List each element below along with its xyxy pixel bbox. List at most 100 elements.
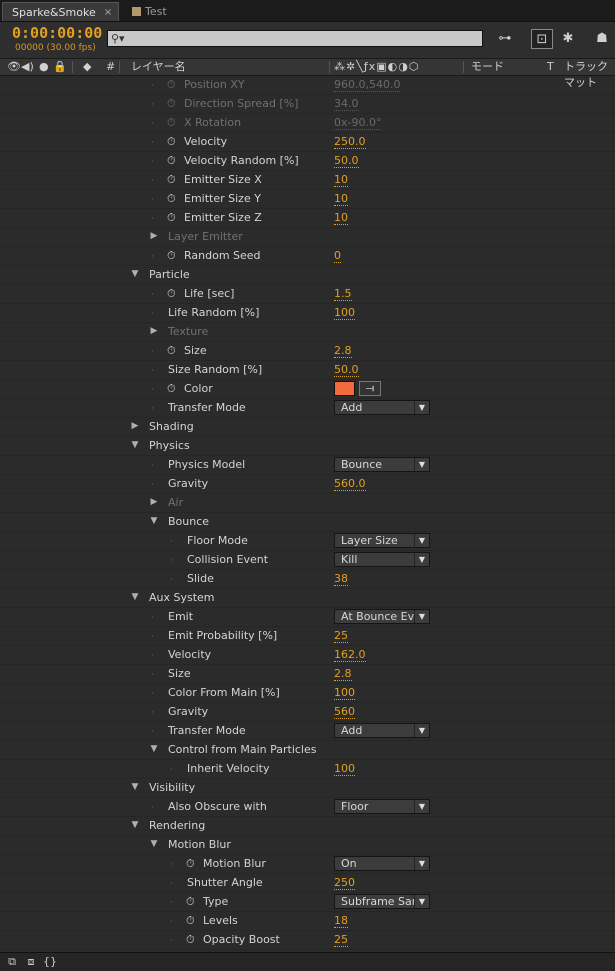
property-value[interactable]: 250 — [334, 876, 355, 890]
toggle-switches-icon[interactable]: ⧉ — [5, 955, 19, 969]
property-value[interactable]: 250.0 — [334, 135, 366, 149]
chevron-down-icon[interactable]: ▼ — [414, 610, 429, 623]
property-value[interactable]: 10 — [334, 211, 348, 225]
expand-triangle-open-icon[interactable]: ▼ — [130, 820, 140, 830]
property-row-motion-blur[interactable]: ▼ Motion Blur — [0, 836, 615, 855]
property-row-type[interactable]: · ⏱ Type Subframe Sample ▼ — [0, 893, 615, 912]
eyedropper-icon[interactable]: ⟞ — [359, 381, 381, 396]
property-value[interactable]: 25 — [334, 933, 348, 947]
label-tag-icon[interactable]: ◆ — [83, 59, 91, 75]
stopwatch-icon[interactable]: ⏱ — [167, 154, 176, 168]
property-row-emitter-size-x[interactable]: · ⏱ Emitter Size X 10 — [0, 171, 615, 190]
property-row-position-xy[interactable]: · ⏱ Position XY 960.0,540.0 — [0, 76, 615, 95]
expand-triangle-open-icon[interactable]: ▼ — [149, 839, 159, 849]
property-row-life-sec[interactable]: · ⏱ Life [sec] 1.5 — [0, 285, 615, 304]
expand-triangle-open-icon[interactable]: ▼ — [130, 592, 140, 602]
property-value[interactable]: 25 — [334, 629, 348, 643]
property-row-visibility[interactable]: ▼ Visibility — [0, 779, 615, 798]
chevron-down-icon[interactable]: ▼ — [414, 458, 429, 471]
property-dropdown[interactable]: Kill ▼ — [334, 552, 430, 567]
property-value[interactable]: 2.8 — [334, 667, 352, 681]
property-row-particle[interactable]: ▼ Particle — [0, 266, 615, 285]
property-dropdown[interactable]: On ▼ — [334, 856, 430, 871]
property-value[interactable]: 38 — [334, 572, 348, 586]
property-row-emitter-size-y[interactable]: · ⏱ Emitter Size Y 10 — [0, 190, 615, 209]
expand-triangle-closed-icon[interactable]: ▶ — [130, 421, 140, 431]
solo-icon[interactable]: ● — [39, 59, 49, 75]
property-row-random-seed[interactable]: · ⏱ Random Seed 0 — [0, 247, 615, 266]
close-icon[interactable]: × — [104, 3, 112, 22]
expand-triangle-open-icon[interactable]: ▼ — [130, 269, 140, 279]
stopwatch-icon[interactable]: ⏱ — [167, 344, 176, 358]
property-value[interactable]: 100 — [334, 686, 355, 700]
property-row-direction-spread[interactable]: · ⏱ Direction Spread [%] 34.0 — [0, 95, 615, 114]
property-row-velocity[interactable]: · ⏱ Velocity 250.0 — [0, 133, 615, 152]
property-row-x-rotation[interactable]: · ⏱ X Rotation 0x-90.0° — [0, 114, 615, 133]
property-value[interactable]: 100 — [334, 762, 355, 776]
property-row-color[interactable]: · ⏱ Color ⟞ — [0, 380, 615, 399]
stopwatch-icon[interactable]: ⏱ — [186, 857, 195, 871]
property-value[interactable]: 560.0 — [334, 477, 366, 491]
property-value[interactable]: 10 — [334, 173, 348, 187]
property-value[interactable]: 0 — [334, 249, 341, 263]
property-row-inherit-velocity[interactable]: · Inherit Velocity 100 — [0, 760, 615, 779]
property-value[interactable]: 560 — [334, 705, 355, 719]
property-row-size[interactable]: · ⏱ Size 2.8 — [0, 342, 615, 361]
chevron-down-icon[interactable]: ▼ — [414, 724, 429, 737]
stopwatch-icon[interactable]: ⏱ — [186, 933, 195, 947]
property-dropdown[interactable]: Layer Size ▼ — [334, 533, 430, 548]
property-row-aux-system[interactable]: ▼ Aux System — [0, 589, 615, 608]
property-row-bounce[interactable]: ▼ Bounce — [0, 513, 615, 532]
expand-triangle-open-icon[interactable]: ▼ — [149, 516, 159, 526]
shy-layers-icon[interactable]: ✱ — [557, 29, 579, 49]
comp-mini-flowchart-icon[interactable]: ⊡ — [531, 29, 553, 49]
column-layer-name[interactable]: レイヤー名 — [131, 59, 186, 75]
property-row-emit[interactable]: · Emit At Bounce Event ▼ — [0, 608, 615, 627]
property-row-size[interactable]: · Size 2.8 — [0, 665, 615, 684]
property-dropdown[interactable]: Bounce ▼ — [334, 457, 430, 472]
property-row-rendering[interactable]: ▼ Rendering — [0, 817, 615, 836]
stopwatch-icon[interactable]: ⏱ — [167, 116, 176, 130]
property-row-transfer-mode[interactable]: · Transfer Mode Add ▼ — [0, 399, 615, 418]
search-input[interactable]: ⚲▾ — [107, 30, 483, 47]
property-dropdown[interactable]: At Bounce Event ▼ — [334, 609, 430, 624]
stopwatch-icon[interactable]: ⏱ — [186, 914, 195, 928]
toggle-modes-icon[interactable]: ⧈ — [24, 955, 38, 969]
expand-triangle-closed-icon[interactable]: ▶ — [149, 497, 159, 507]
property-row-physics[interactable]: ▼ Physics — [0, 437, 615, 456]
chevron-down-icon[interactable]: ▼ — [414, 857, 429, 870]
property-row-levels[interactable]: · ⏱ Levels 18 — [0, 912, 615, 931]
property-value[interactable]: 0x-90.0° — [334, 116, 382, 130]
property-value[interactable]: 2.8 — [334, 344, 352, 358]
property-row-shading[interactable]: ▶ Shading — [0, 418, 615, 437]
property-row-gravity[interactable]: · Gravity 560.0 — [0, 475, 615, 494]
property-row-physics-model[interactable]: · Physics Model Bounce ▼ — [0, 456, 615, 475]
color-swatch[interactable] — [334, 381, 355, 396]
property-row-velocity-random[interactable]: · ⏱ Velocity Random [%] 50.0 — [0, 152, 615, 171]
stopwatch-icon[interactable]: ⏱ — [167, 97, 176, 111]
stopwatch-icon[interactable]: ⏱ — [167, 382, 176, 396]
stopwatch-icon[interactable]: ⏱ — [167, 211, 176, 225]
property-dropdown[interactable]: Add ▼ — [334, 723, 430, 738]
property-value[interactable]: 1.5 — [334, 287, 352, 301]
expand-triangle-open-icon[interactable]: ▼ — [130, 440, 140, 450]
visibility-eye-icon[interactable]: 👁 — [7, 59, 21, 75]
chevron-down-icon[interactable]: ▼ — [414, 800, 429, 813]
property-value[interactable]: 34.0 — [334, 97, 359, 111]
property-row-emit-probability[interactable]: · Emit Probability [%] 25 — [0, 627, 615, 646]
property-dropdown[interactable]: Floor ▼ — [334, 799, 430, 814]
draft-3d-icon[interactable]: ⊶ — [494, 29, 516, 49]
chevron-down-icon[interactable]: ▼ — [414, 401, 429, 414]
expand-triangle-open-icon[interactable]: ▼ — [149, 744, 159, 754]
property-row-shutter-angle[interactable]: · Shutter Angle 250 — [0, 874, 615, 893]
property-row-slide[interactable]: · Slide 38 — [0, 570, 615, 589]
property-dropdown[interactable]: Subframe Sample ▼ — [334, 894, 430, 909]
stopwatch-icon[interactable]: ⏱ — [186, 895, 195, 909]
lock-icon[interactable]: 🔒 — [53, 59, 67, 75]
property-row-also-obscure-with[interactable]: · Also Obscure with Floor ▼ — [0, 798, 615, 817]
tab-sparke-smoke[interactable]: Sparke&Smoke × — [2, 2, 119, 21]
property-value[interactable]: 100 — [334, 306, 355, 320]
property-row-air[interactable]: ▶ Air — [0, 494, 615, 513]
property-row-gravity[interactable]: · Gravity 560 — [0, 703, 615, 722]
column-mode[interactable]: モード — [471, 59, 504, 75]
